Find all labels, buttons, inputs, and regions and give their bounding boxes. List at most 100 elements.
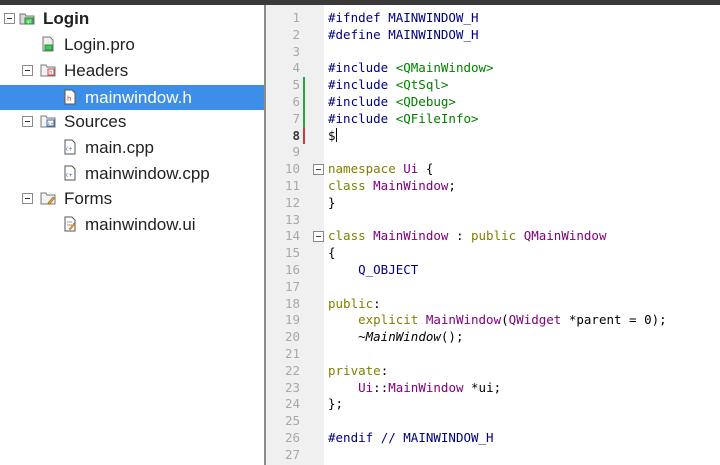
sources-folder-icon: c+ [40, 115, 56, 128]
code-token: Ui [403, 161, 419, 177]
code-token: MainWindow [373, 228, 449, 244]
code-token: <QDebug> [395, 94, 456, 109]
pro-file-icon [42, 36, 54, 52]
tree-node-mainwindow-h[interactable]: h mainwindow.h [0, 85, 264, 110]
collapse-toggle-icon[interactable] [22, 116, 33, 127]
line-number: 4 [292, 60, 300, 76]
code-line: 7 #include <QFileInfo> [266, 110, 720, 128]
pro-file-label: Login.pro [64, 35, 135, 54]
code-token: (); [440, 329, 464, 345]
added-line-marker [303, 94, 305, 111]
project-name: Login [43, 9, 90, 28]
sources-folder-label: Sources [64, 112, 127, 131]
headers-folder-label: Headers [64, 61, 129, 80]
line-number: 3 [292, 43, 300, 59]
line-number: 20 [284, 329, 300, 345]
code-text: #ifndef MAINWINDOW_H [328, 10, 479, 25]
code-token: : [373, 295, 381, 311]
tree-node-headers[interactable]: h Headers [0, 58, 264, 83]
fold-toggle-icon[interactable] [313, 164, 324, 176]
code-line: 22 private: [266, 363, 720, 380]
added-line-marker [303, 77, 305, 94]
text-cursor [335, 127, 337, 142]
tree-node-main-cpp[interactable]: c+ main.cpp [0, 135, 264, 160]
line-number: 12 [284, 194, 300, 210]
svg-text:h: h [67, 95, 71, 103]
code-token: ~MainWindow [358, 329, 441, 345]
line-number: 25 [284, 413, 300, 429]
code-text: } [328, 194, 336, 210]
code-token: : [448, 228, 471, 244]
code-token: ( [501, 312, 509, 328]
code-line: 14 class MainWindow : public QMainWindow [266, 228, 720, 245]
code-line-current: 8 $ [266, 127, 720, 145]
main-cpp-label: main.cpp [85, 138, 154, 157]
code-token: #include [328, 94, 396, 109]
code-token: class [328, 228, 374, 244]
code-token: MainWindow [425, 312, 502, 328]
added-line-marker [303, 110, 305, 128]
code-line: 13 [266, 212, 720, 229]
code-token: <QtSql> [395, 77, 449, 93]
fold-toggle-icon[interactable] [313, 231, 324, 243]
code-text: #define MAINWINDOW_H [328, 26, 479, 42]
line-number: 19 [284, 312, 300, 328]
cpp-file-icon: c+ [64, 165, 76, 181]
svg-text:c+: c+ [48, 121, 54, 127]
line-number: 14 [284, 228, 300, 244]
line-number: 17 [284, 278, 300, 294]
mainwindow-cpp-label: mainwindow.cpp [85, 164, 210, 183]
code-token: MainWindow [373, 178, 449, 193]
tree-node-mainwindow-cpp[interactable]: c+ mainwindow.cpp [0, 161, 264, 186]
line-number: 10 [284, 161, 300, 177]
project-icon: qt [19, 13, 35, 25]
code-token: :: [373, 379, 389, 395]
collapse-toggle-icon[interactable] [4, 13, 15, 24]
code-line: 11 class MainWindow; [266, 178, 720, 195]
forms-folder-label: Forms [64, 189, 113, 208]
code-token: Ui [358, 379, 374, 395]
cpp-file-icon: c+ [64, 139, 76, 155]
collapse-toggle-icon[interactable] [22, 65, 33, 76]
tree-node-mainwindow-ui[interactable]: mainwindow.ui [0, 212, 264, 237]
tree-node-pro-file[interactable]: Login.pro [0, 32, 264, 57]
code-line: 17 [266, 279, 720, 296]
line-number: 13 [284, 211, 300, 227]
header-file-icon: h [64, 89, 76, 105]
line-number: 6 [292, 94, 300, 109]
tree-node-forms[interactable]: Forms [0, 186, 264, 211]
tree-node-sources[interactable]: c+ Sources [0, 109, 264, 134]
line-number: 1 [292, 10, 300, 25]
line-number: 26 [284, 430, 300, 445]
header-file-label: mainwindow.h [85, 88, 192, 107]
code-token: public [471, 228, 524, 244]
line-number: 23 [284, 379, 300, 395]
line-number: 8 [292, 127, 300, 143]
code-line: 16 Q_OBJECT [266, 262, 720, 279]
line-number: 22 [284, 362, 300, 378]
collapse-toggle-icon[interactable] [22, 193, 33, 204]
tree-node-project[interactable]: qt Login [0, 6, 264, 31]
code-token: #include [328, 110, 396, 126]
code-line: 18 public: [266, 296, 720, 313]
code-token: private [328, 362, 381, 378]
code-token: namespace [328, 161, 404, 177]
line-number: 18 [284, 295, 300, 311]
code-token: $ [328, 127, 336, 143]
code-line: 3 [266, 44, 720, 61]
code-text: Q_OBJECT [328, 262, 419, 277]
code-token: MainWindow [388, 379, 464, 395]
code-token: { [418, 161, 434, 177]
code-line: 5 #include <QtSql> [266, 77, 720, 94]
code-line: 1 #ifndef MAINWINDOW_H [266, 10, 720, 27]
code-line: 19 explicit MainWindow(QWidget *parent =… [266, 312, 720, 329]
modified-line-marker [303, 127, 305, 145]
code-token: : [380, 362, 389, 378]
line-number: 5 [292, 77, 300, 93]
line-number: 15 [284, 245, 300, 261]
svg-text:c+: c+ [66, 173, 73, 179]
code-token: *parent = 0); [561, 312, 667, 328]
code-line: 20 ~MainWindow(); [266, 329, 720, 346]
code-token: explicit [358, 312, 426, 328]
